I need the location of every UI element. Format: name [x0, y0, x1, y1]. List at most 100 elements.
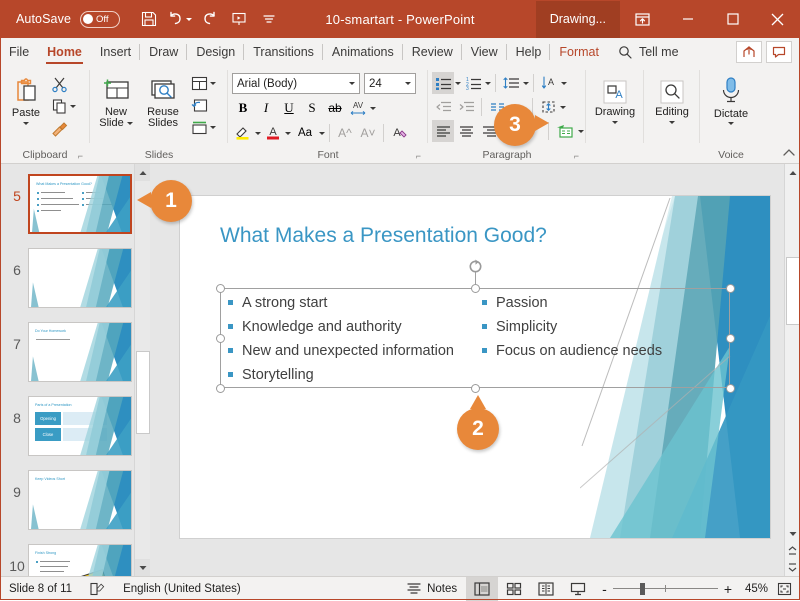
slide-editing-stage[interactable]: What Makes a Presentation Good? A strong… [150, 164, 800, 576]
tab-view[interactable]: View [462, 38, 507, 66]
tab-draw[interactable]: Draw [140, 38, 187, 66]
resize-handle-top-left[interactable] [216, 284, 225, 293]
resize-handle-middle-right[interactable] [726, 334, 735, 343]
strikethrough-button[interactable]: ab [324, 97, 346, 119]
cut-button[interactable] [48, 73, 70, 95]
font-dialog-launcher-icon[interactable]: ⌐ [416, 151, 421, 161]
tab-format[interactable]: Format [550, 38, 608, 66]
dictate-button[interactable]: Dictate [708, 72, 754, 125]
normal-view-button[interactable] [466, 577, 498, 601]
align-text-caret-icon[interactable] [560, 106, 566, 109]
paste-dropdown-caret-icon[interactable] [23, 122, 29, 125]
customize-quick-access-toolbar-icon[interactable] [254, 4, 284, 34]
previous-slide-button[interactable] [785, 542, 800, 559]
minimize-icon[interactable] [665, 0, 710, 38]
slide-thumbnail-10[interactable]: 10 Finish Strong FINISH LINE AHEAD [0, 540, 150, 576]
contextual-tab-drawing[interactable]: Drawing... [536, 0, 620, 38]
bullet-item[interactable]: New and unexpected information [228, 340, 478, 364]
line-spacing-caret-icon[interactable] [523, 82, 529, 85]
slide-thumbnail-frame[interactable]: What Makes a Presentation Good? [28, 174, 132, 234]
underline-button[interactable]: U [278, 97, 300, 119]
bullet-item[interactable]: A strong start [228, 292, 478, 316]
slide-scroll-up-button[interactable] [785, 164, 800, 181]
decrease-indent-button[interactable] [432, 96, 454, 118]
close-icon[interactable] [755, 0, 800, 38]
tab-transitions[interactable]: Transitions [244, 38, 323, 66]
align-left-button[interactable] [432, 120, 454, 142]
font-name-combobox[interactable]: Arial (Body) [232, 73, 360, 94]
rotate-handle[interactable] [466, 257, 484, 275]
thumbnail-scrollbar[interactable] [134, 164, 150, 576]
resize-handle-bottom-left[interactable] [216, 384, 225, 393]
slide-scrollbar[interactable] [784, 164, 800, 576]
language-indicator[interactable]: English (United States) [114, 577, 250, 601]
zoom-knob[interactable] [640, 583, 645, 595]
ribbon-display-options-icon[interactable] [620, 0, 665, 38]
resize-handle-bottom-center[interactable] [471, 384, 480, 393]
zoom-in-button[interactable]: + [724, 581, 732, 597]
font-name-caret-icon[interactable] [349, 82, 355, 85]
format-painter-button[interactable] [48, 117, 70, 139]
slide-title-text[interactable]: What Makes a Presentation Good? [220, 224, 547, 248]
clear-formatting-button[interactable]: A [388, 122, 410, 144]
tab-animations[interactable]: Animations [323, 38, 403, 66]
convert-to-smartart-button[interactable] [553, 120, 577, 142]
font-size-caret-icon[interactable] [405, 82, 411, 85]
new-slide-dropdown-caret-icon[interactable] [127, 122, 133, 125]
tab-review[interactable]: Review [403, 38, 462, 66]
tab-help[interactable]: Help [507, 38, 551, 66]
slide-scroll-down-button[interactable] [785, 525, 800, 542]
text-shadow-button[interactable]: S [301, 97, 323, 119]
section-button[interactable] [188, 116, 210, 138]
character-spacing-caret-icon[interactable] [370, 107, 376, 110]
slideshow-button[interactable] [562, 577, 594, 601]
layout-dropdown-caret-icon[interactable] [210, 82, 216, 85]
thumbnail-scroll-down-button[interactable] [135, 559, 151, 576]
tab-file[interactable]: File [0, 38, 38, 66]
zoom-out-button[interactable]: - [602, 581, 607, 597]
tab-design[interactable]: Design [187, 38, 244, 66]
redo-icon[interactable] [194, 4, 224, 34]
editing-dropdown-caret-icon[interactable] [669, 121, 675, 124]
resize-handle-top-center[interactable] [471, 284, 480, 293]
resize-handle-top-right[interactable] [726, 284, 735, 293]
save-icon[interactable] [134, 4, 164, 34]
slide-thumbnail-8[interactable]: 8 Parts of a Presentation Opening Close [0, 392, 150, 466]
bullets-caret-icon[interactable] [455, 82, 461, 85]
font-color-button[interactable]: A [262, 122, 284, 144]
bullet-item[interactable]: Focus on audience needs [482, 340, 732, 364]
line-spacing-button[interactable] [500, 72, 522, 94]
slide-scroll-thumb[interactable] [786, 257, 800, 326]
copy-dropdown-caret-icon[interactable] [70, 105, 76, 108]
increase-indent-button[interactable] [455, 96, 477, 118]
paste-button[interactable]: Paste [4, 71, 48, 125]
slide-thumbnail-6[interactable]: 6 [0, 244, 150, 318]
slide-thumbnail-frame[interactable]: Do Your Homework [28, 322, 132, 382]
bullet-item[interactable]: Passion [482, 292, 732, 316]
drawing-dropdown-caret-icon[interactable] [612, 121, 618, 124]
resize-handle-bottom-right[interactable] [726, 384, 735, 393]
numbering-caret-icon[interactable] [485, 82, 491, 85]
drawing-button[interactable]: A Drawing [592, 76, 638, 124]
bullet-item[interactable]: Storytelling [228, 364, 478, 388]
zoom-level-label[interactable]: 45% [740, 583, 768, 595]
slide-thumbnail-frame[interactable]: Finish Strong FINISH LINE AHEAD [28, 544, 132, 576]
italic-button[interactable]: I [255, 97, 277, 119]
comments-button[interactable] [766, 41, 792, 63]
reuse-slides-button[interactable]: Reuse Slides [140, 71, 186, 129]
slide-thumbnail-frame[interactable]: Keep Videos Short [28, 470, 132, 530]
thumbnail-scroll-thumb[interactable] [136, 351, 150, 434]
undo-dropdown-caret-icon[interactable] [186, 18, 192, 21]
text-direction-button[interactable]: A [538, 72, 560, 94]
numbering-button[interactable]: 123 [462, 72, 484, 94]
bullet-item[interactable]: Simplicity [482, 316, 732, 340]
current-slide[interactable]: What Makes a Presentation Good? A strong… [180, 196, 770, 538]
slide-sorter-button[interactable] [498, 577, 530, 601]
character-spacing-button[interactable]: AV [347, 97, 369, 119]
bullet-item[interactable]: Knowledge and authority [228, 316, 478, 340]
text-direction-caret-icon[interactable] [561, 82, 567, 85]
align-center-button[interactable] [455, 120, 477, 142]
thumbnail-scroll-up-button[interactable] [135, 164, 151, 181]
slide-thumbnail-5[interactable]: 5 What Makes a Presentation Good? [0, 170, 150, 244]
change-case-caret-icon[interactable] [319, 132, 325, 135]
